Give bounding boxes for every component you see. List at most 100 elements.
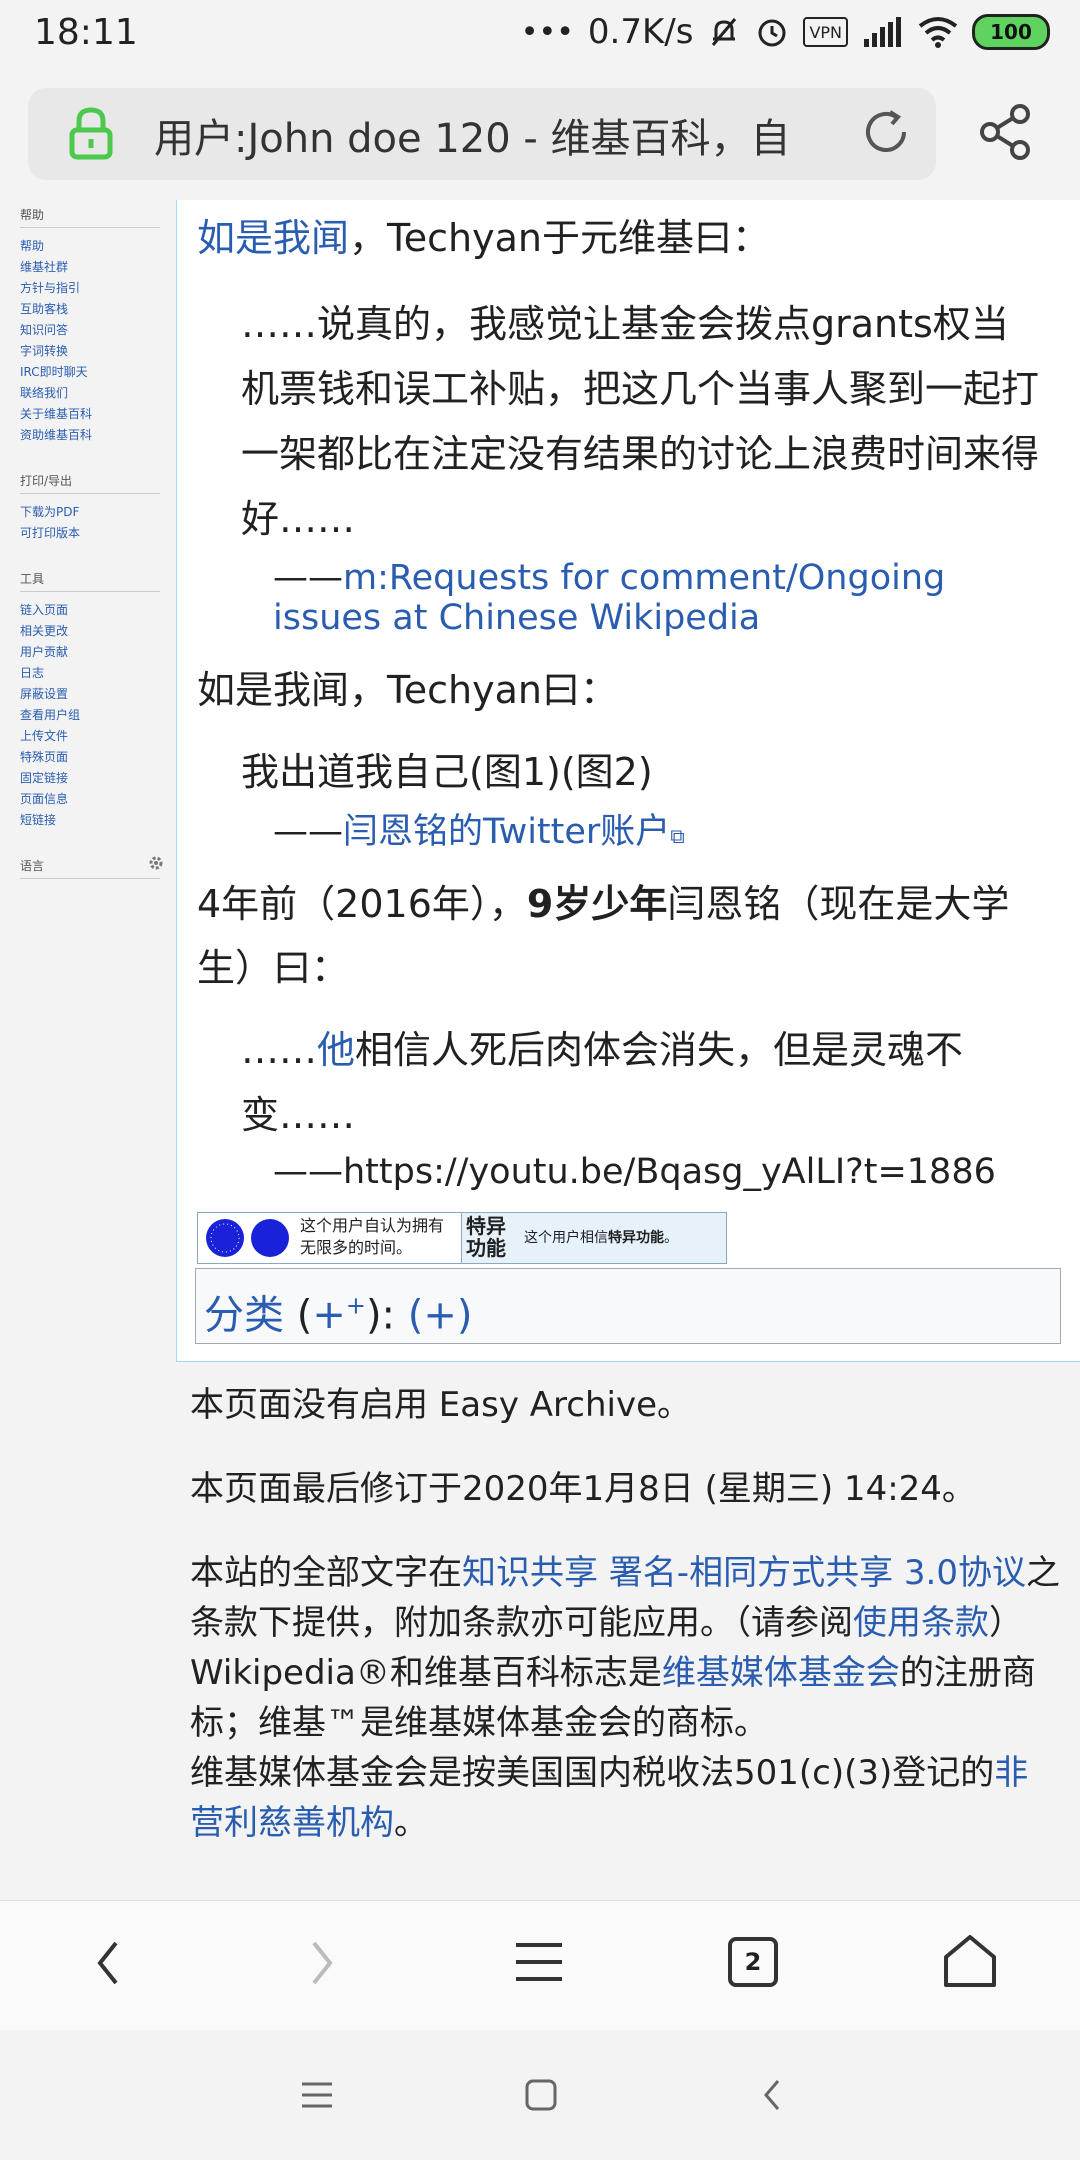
system-nav-bar [0, 2030, 1080, 2160]
browser-toolbar: 2 [0, 1900, 1080, 2031]
sup-plus: + [345, 1292, 366, 1320]
userbox-text: 这个用户自认为拥有无限多的时间。 [300, 1216, 445, 1257]
sidebar-item[interactable]: 帮助 [20, 236, 176, 257]
clock-userbox-icon [204, 1217, 294, 1263]
sidebar-item[interactable]: 互助客栈 [20, 299, 176, 320]
category-text: ( [284, 1292, 313, 1339]
sidebar-item[interactable]: 链入页面 [20, 600, 176, 621]
recent-apps-icon[interactable] [300, 2078, 334, 2116]
userbox-text-part: 。 [664, 1230, 678, 1246]
sidebar-item[interactable]: 屏蔽设置 [20, 684, 176, 705]
sidebar-item[interactable]: 字词转换 [20, 341, 176, 362]
sidebar-item[interactable]: 页面信息 [20, 789, 176, 810]
gear-icon[interactable] [148, 855, 164, 874]
page-footer: 本页面没有启用 Easy Archive。 本页面最后修订于2020年1月8日 … [190, 1380, 1060, 1848]
sidebar-item[interactable]: 下载为PDF [20, 502, 176, 523]
userbox-bold: 特异功能 [608, 1230, 664, 1246]
license-link[interactable]: 知识共享 署名-相同方式共享 3.0协议 [462, 1553, 1026, 1593]
paragraph-1: 如是我闻，Techyan于元维基曰： [197, 208, 770, 268]
sidebar-group-title: 工具 [20, 570, 160, 592]
lock-icon [68, 106, 114, 164]
footer-text: Wikipedia®和维基百科标志是 [190, 1653, 662, 1693]
paragraph-text: ，Techyan于元维基曰： [349, 216, 770, 260]
system-back-icon[interactable] [756, 2078, 790, 2116]
sidebar-group-tools: 工具 链入页面 相关更改 用户贡献 日志 屏蔽设置 查看用户组 上传文件 特殊页… [20, 570, 176, 831]
reload-icon[interactable] [858, 104, 914, 164]
status-bar: 18:11 ••• 0.7K/s VPN 100 [0, 0, 1080, 80]
sidebar-group-title: 打印/导出 [20, 472, 160, 494]
sidebar-item[interactable]: 固定链接 [20, 768, 176, 789]
quote-1: ……说真的，我感觉让基金会拨点grants权当机票钱和误工补贴，把这几个当事人聚… [241, 302, 1040, 541]
quote-text: …… [241, 1028, 317, 1072]
sidebar-item[interactable]: 特殊页面 [20, 747, 176, 768]
sidebar-item[interactable]: 上传文件 [20, 726, 176, 747]
footer-license: 本站的全部文字在知识共享 署名-相同方式共享 3.0协议之条款下提供，附加条款亦… [190, 1548, 1060, 1648]
signal-icon [862, 17, 904, 47]
quote-1-source: ——m:Requests for comment/Ongoing issues … [273, 558, 973, 638]
dash: —— [273, 558, 343, 598]
tabs-button[interactable]: 2 [728, 1937, 778, 1987]
meta-rfc-link[interactable]: m:Requests for comment/Ongoing issues at… [273, 558, 945, 638]
sidebar-item[interactable]: 查看用户组 [20, 705, 176, 726]
sidebar-item[interactable]: 方针与指引 [20, 278, 176, 299]
quote-2-source: ——闫恩铭的Twitter账户⧉ [273, 812, 685, 856]
sidebar-item[interactable]: 联络我们 [20, 383, 176, 404]
alarm-icon [755, 15, 789, 49]
userbox-time: 这个用户自认为拥有无限多的时间。 [197, 1212, 463, 1264]
menu-icon[interactable] [512, 1931, 566, 1995]
paragraph-2: 如是我闻，Techyan曰： [197, 668, 618, 712]
userbox-label: 特异功能 [466, 1214, 506, 1260]
paragraph-3: 4年前（2016年），9岁少年闫恩铭（现在是大学生）曰： [197, 872, 1057, 1000]
category-add-link-2[interactable]: (+) [408, 1292, 473, 1338]
status-icons: ••• 0.7K/s VPN 100 [521, 12, 1050, 52]
wiki-sidebar: 帮助 帮助 维基社群 方针与指引 互助客栈 知识问答 字词转换 IRC即时聊天 … [0, 200, 176, 1360]
share-icon[interactable] [976, 102, 1036, 166]
category-text: ): [365, 1292, 408, 1339]
rushi-link[interactable]: 如是我闻 [197, 216, 349, 260]
footer-nonprofit: 维基媒体基金会是按美国国内税收法501(c)(3)登记的非营利慈善机构。 [190, 1748, 1060, 1848]
external-link-icon: ⧉ [670, 824, 685, 848]
article-content: 如是我闻，Techyan于元维基曰： ……说真的，我感觉让基金会拨点grants… [176, 200, 1080, 1362]
clock: 18:11 [34, 12, 138, 53]
terms-link[interactable]: 使用条款 [853, 1603, 989, 1643]
quote-3: ……他相信人死后肉体会消失，但是灵魂不变…… [241, 1018, 1041, 1148]
sidebar-group-title: 帮助 [20, 206, 160, 228]
footer-archive-note: 本页面没有启用 Easy Archive。 [190, 1385, 691, 1425]
userbox-special: 特异功能 这个用户相信特异功能。 [461, 1212, 727, 1264]
quote-2: 我出道我自己(图1)(图2) [241, 750, 653, 794]
sidebar-item[interactable]: 资助维基百科 [20, 425, 176, 446]
wikimedia-foundation-link[interactable]: 维基媒体基金会 [662, 1653, 900, 1693]
footer-text: 本站的全部文字在 [190, 1553, 462, 1593]
category-link[interactable]: 分类 [204, 1292, 284, 1338]
sidebar-group-title: 语言 [20, 857, 160, 879]
page-title-field[interactable]: 用户:John doe 120 - 维基百科，自 [154, 106, 844, 164]
wifi-icon [918, 16, 958, 48]
battery-indicator: 100 [972, 14, 1050, 50]
mute-bell-icon [707, 15, 741, 49]
address-bar[interactable]: 用户:John doe 120 - 维基百科，自 [28, 88, 936, 180]
sidebar-group-languages: 语言 [20, 855, 176, 879]
sidebar-item[interactable]: 相关更改 [20, 621, 176, 642]
category-add-link[interactable]: ++ [312, 1292, 366, 1338]
home-square-icon[interactable] [524, 2078, 558, 2116]
sidebar-item[interactable]: 关于维基百科 [20, 404, 176, 425]
footer-text: ） [989, 1603, 1023, 1643]
quote-3-source: ——https://youtu.be/Bqasg_yAlLI?t=1886 [273, 1152, 996, 1192]
sidebar-item[interactable]: 维基社群 [20, 257, 176, 278]
sidebar-item[interactable]: 短链接 [20, 810, 176, 831]
forward-icon[interactable] [302, 1931, 342, 1995]
sidebar-item[interactable]: 用户贡献 [20, 642, 176, 663]
home-icon[interactable] [940, 1931, 1000, 1995]
twitter-link[interactable]: 闫恩铭的Twitter账户 [343, 812, 670, 852]
bold-text: 9岁少年 [526, 882, 668, 926]
back-icon[interactable] [88, 1931, 128, 1995]
sidebar-item[interactable]: 知识问答 [20, 320, 176, 341]
sidebar-item[interactable]: 可打印版本 [20, 523, 176, 544]
footer-text: 。 [394, 1803, 428, 1843]
more-dots-icon: ••• [520, 14, 574, 50]
sidebar-item[interactable]: IRC即时聊天 [20, 362, 176, 383]
sidebar-item[interactable]: 日志 [20, 663, 176, 684]
he-link[interactable]: 他 [317, 1028, 355, 1072]
footer-trademark: Wikipedia®和维基百科标志是维基媒体基金会的注册商标；维基™是维基媒体基… [190, 1648, 1060, 1748]
vpn-icon: VPN [803, 17, 848, 47]
